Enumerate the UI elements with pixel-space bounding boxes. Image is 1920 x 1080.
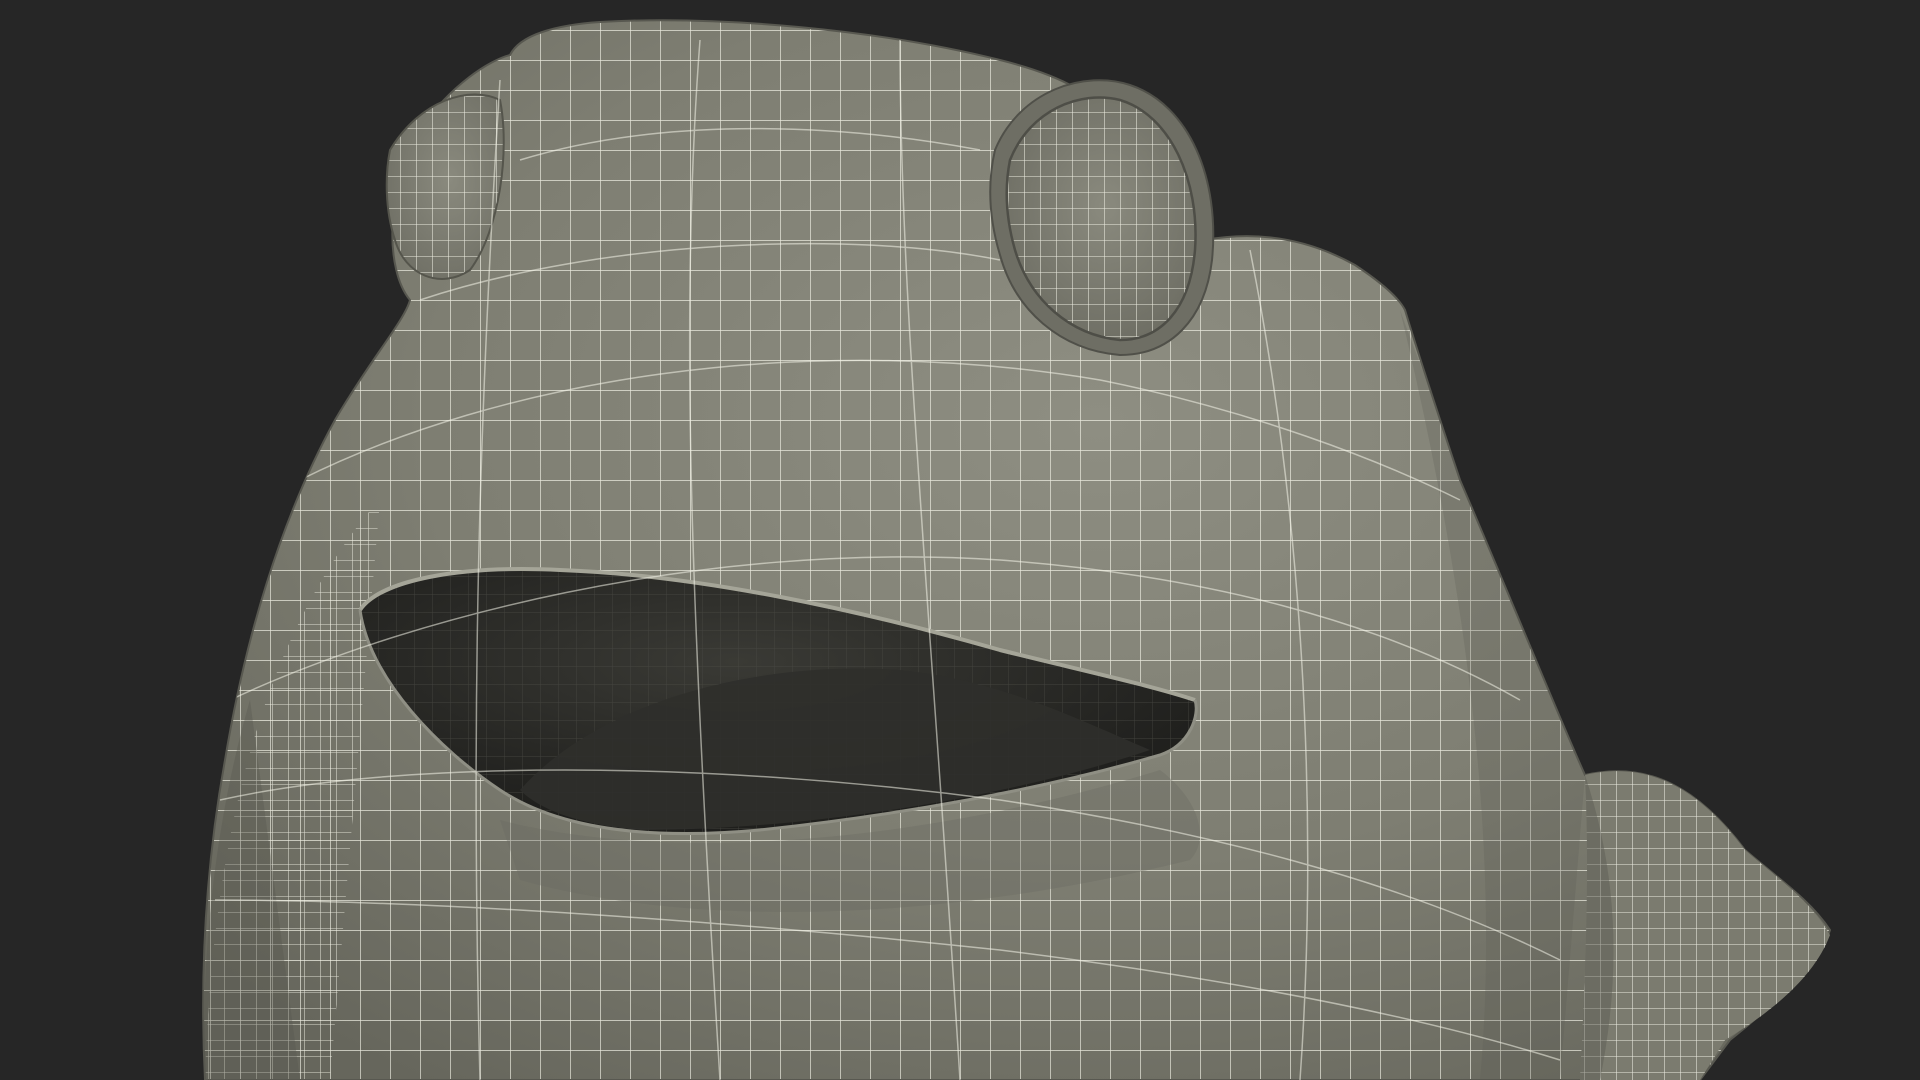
viewport [0,0,1920,1080]
frog-head-render [0,0,1920,1080]
